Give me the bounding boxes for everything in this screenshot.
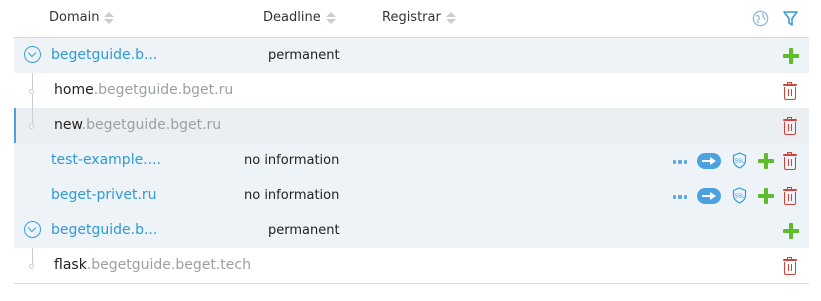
svg-text:SSL: SSL	[735, 194, 744, 200]
subdomain-name[interactable]: new.begetguide.bget.ru	[54, 117, 221, 133]
subdomain-prefix: new	[54, 117, 82, 133]
add-subdomain-icon[interactable]	[758, 153, 774, 169]
column-registrar-label: Registrar	[382, 10, 441, 25]
table-row[interactable]: new.begetguide.bget.ru	[14, 108, 809, 143]
subdomain-suffix: .begetguide.beget.tech	[86, 257, 251, 273]
table-row[interactable]: begetguide.b... permanent	[14, 38, 809, 73]
more-options-icon[interactable]	[673, 160, 687, 164]
deadline-value: permanent	[268, 48, 340, 63]
redirect-icon[interactable]	[697, 188, 721, 204]
deadline-value: no information	[244, 153, 340, 168]
column-deadline-label: Deadline	[263, 10, 321, 25]
ssl-icon[interactable]: SSL	[732, 187, 747, 204]
delete-trash-icon[interactable]	[783, 82, 797, 100]
domain-name-link[interactable]: test-example....	[51, 152, 161, 168]
column-domain-label: Domain	[49, 10, 100, 25]
deadline-value: permanent	[268, 223, 340, 238]
table-bottom-divider	[14, 283, 809, 284]
collapse-toggle-icon[interactable]	[24, 221, 41, 238]
column-deadline-header[interactable]: Deadline	[263, 10, 336, 25]
table-row[interactable]: flask.begetguide.beget.tech	[14, 248, 809, 283]
delete-trash-icon[interactable]	[783, 257, 797, 275]
tree-node-icon	[29, 89, 34, 94]
table-row[interactable]: test-example.... no information SSL	[14, 143, 809, 178]
redirect-icon[interactable]	[697, 153, 721, 169]
svg-text:SSL: SSL	[735, 159, 744, 165]
tree-node-icon	[29, 264, 34, 269]
subdomain-suffix: .begetguide.bget.ru	[93, 82, 234, 98]
collapse-toggle-icon[interactable]	[24, 46, 41, 63]
deadline-value: no information	[244, 188, 340, 203]
table-row[interactable]: home.begetguide.bget.ru	[14, 73, 809, 108]
column-registrar-header[interactable]: Registrar	[382, 10, 456, 25]
subdomain-name[interactable]: flask.begetguide.beget.tech	[54, 257, 251, 273]
delete-trash-icon[interactable]	[783, 187, 797, 205]
subdomain-name[interactable]: home.begetguide.bget.ru	[54, 82, 233, 98]
subdomain-prefix: flask	[54, 257, 87, 273]
domain-name-link[interactable]: begetguide.b...	[51, 222, 157, 238]
add-subdomain-icon[interactable]	[758, 188, 774, 204]
column-domain-header[interactable]: Domain	[49, 10, 115, 25]
subdomain-suffix: .begetguide.bget.ru	[81, 117, 222, 133]
tree-node-icon	[29, 124, 34, 129]
table-header: Domain Deadline Registrar	[14, 0, 809, 38]
ssl-icon[interactable]: SSL	[732, 152, 747, 169]
domain-name-link[interactable]: begetguide.b...	[51, 47, 157, 63]
delete-trash-icon[interactable]	[783, 152, 797, 170]
subdomain-prefix: home	[54, 82, 94, 98]
sort-icon[interactable]	[325, 11, 336, 24]
add-subdomain-icon[interactable]	[783, 48, 799, 64]
domain-name-link[interactable]: beget-privet.ru	[51, 187, 157, 203]
sort-icon[interactable]	[104, 11, 115, 24]
table-row[interactable]: begetguide.b... permanent	[14, 213, 809, 248]
delete-trash-icon[interactable]	[783, 117, 797, 135]
more-options-icon[interactable]	[673, 195, 687, 199]
globe-icon[interactable]	[752, 10, 769, 27]
add-subdomain-icon[interactable]	[783, 223, 799, 239]
sort-icon[interactable]	[445, 11, 456, 24]
table-row[interactable]: beget-privet.ru no information SSL	[14, 178, 809, 213]
filter-icon[interactable]	[782, 10, 799, 27]
